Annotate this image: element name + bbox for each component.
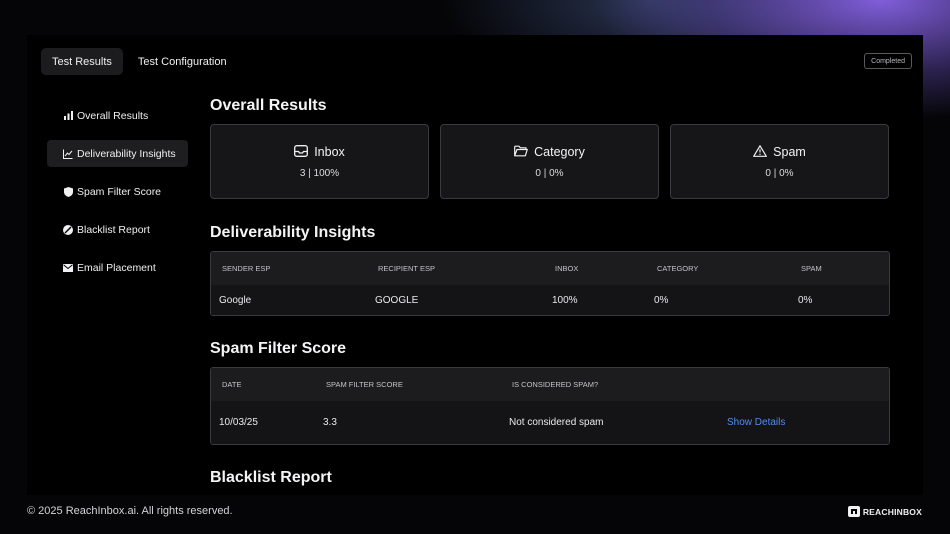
show-details-link[interactable]: Show Details bbox=[727, 401, 785, 444]
category-card: Category 0 | 0% bbox=[440, 124, 659, 199]
bar-chart-icon bbox=[63, 111, 73, 121]
overall-results-cards: Inbox 3 | 100% Category 0 | 0% Spam 0 | … bbox=[210, 124, 889, 199]
table-header: Date Spam Filter Score Is Considered Spa… bbox=[211, 368, 889, 401]
table-header: Sender ESP Recipient ESP Inbox Category … bbox=[211, 252, 889, 285]
folder-icon bbox=[514, 145, 529, 160]
card-label: Inbox bbox=[314, 145, 345, 159]
column-header: Is Considered Spam? bbox=[512, 380, 599, 389]
overall-results-title: Overall Results bbox=[210, 97, 327, 114]
sidebar-item-label: Email Placement bbox=[77, 261, 156, 274]
spam-filter-table: Date Spam Filter Score Is Considered Spa… bbox=[210, 367, 890, 445]
table-cell: 0% bbox=[798, 294, 813, 306]
table-cell: GOOGLE bbox=[375, 294, 419, 306]
inbox-card: Inbox 3 | 100% bbox=[210, 124, 429, 199]
mail-icon bbox=[63, 263, 73, 273]
table-cell: 3.3 bbox=[323, 417, 337, 428]
warning-icon bbox=[753, 144, 768, 160]
column-header: Date bbox=[222, 380, 242, 389]
card-value: 0 | 0% bbox=[535, 167, 564, 179]
column-header: Spam bbox=[801, 264, 822, 273]
sidebar-item-email-placement[interactable]: Email Placement bbox=[47, 254, 188, 281]
spam-filter-score-title: Spam Filter Score bbox=[210, 340, 347, 357]
column-header: Category bbox=[657, 264, 699, 273]
ban-icon bbox=[63, 224, 73, 235]
tab-bar: Test Results Test Configuration bbox=[41, 48, 238, 75]
line-chart-icon bbox=[63, 149, 73, 159]
column-header: Recipient ESP bbox=[378, 264, 435, 273]
deliverability-insights-title: Deliverability Insights bbox=[210, 224, 376, 241]
column-header: Spam Filter Score bbox=[326, 380, 403, 389]
table-row: 10/03/25 3.3 Not considered spam Show De… bbox=[211, 401, 889, 444]
table-cell: Google bbox=[219, 294, 252, 306]
table-cell: 0% bbox=[654, 294, 669, 306]
sidebar-item-blacklist-report[interactable]: Blacklist Report bbox=[47, 216, 188, 243]
card-label: Spam bbox=[773, 145, 806, 159]
deliverability-table: Sender ESP Recipient ESP Inbox Category … bbox=[210, 251, 890, 316]
spam-card: Spam 0 | 0% bbox=[670, 124, 889, 199]
tab-test-results[interactable]: Test Results bbox=[41, 48, 123, 75]
column-header: Inbox bbox=[555, 264, 579, 273]
sidebar-item-label: Overall Results bbox=[77, 109, 149, 122]
table-cell: 10/03/25 bbox=[219, 417, 258, 428]
shield-icon bbox=[63, 186, 73, 197]
card-value: 0 | 0% bbox=[765, 167, 794, 179]
table-cell: 100% bbox=[552, 294, 578, 306]
sidebar-item-spam-filter-score[interactable]: Spam Filter Score bbox=[47, 178, 188, 205]
results-panel: Test Results Test Configuration Complete… bbox=[27, 35, 923, 495]
card-value: 3 | 100% bbox=[299, 167, 340, 179]
footer-copyright: © 2025 ReachInbox.ai. All rights reserve… bbox=[27, 505, 233, 517]
sidebar-item-label: Spam Filter Score bbox=[77, 185, 162, 198]
sidebar-item-deliverability-insights[interactable]: Deliverability Insights bbox=[47, 140, 188, 167]
sidebar-item-label: Blacklist Report bbox=[77, 223, 150, 236]
status-badge: Completed bbox=[864, 53, 912, 69]
sidebar: Overall Results Deliverability Insights … bbox=[47, 102, 188, 292]
tab-test-configuration[interactable]: Test Configuration bbox=[127, 48, 238, 75]
sidebar-item-label: Deliverability Insights bbox=[77, 147, 176, 160]
blacklist-report-title: Blacklist Report bbox=[210, 469, 332, 486]
reachinbox-logo-icon bbox=[847, 506, 860, 517]
brand-logo: REACHINBOX bbox=[847, 506, 922, 517]
table-cell: Not considered spam bbox=[509, 417, 604, 428]
column-header: Sender ESP bbox=[222, 264, 271, 273]
sidebar-item-overall-results[interactable]: Overall Results bbox=[47, 102, 188, 129]
table-row: Google GOOGLE 100% 0% 0% bbox=[211, 285, 889, 315]
inbox-icon bbox=[294, 144, 309, 160]
card-label: Category bbox=[534, 145, 585, 159]
brand-name: REACHINBOX bbox=[862, 506, 922, 517]
